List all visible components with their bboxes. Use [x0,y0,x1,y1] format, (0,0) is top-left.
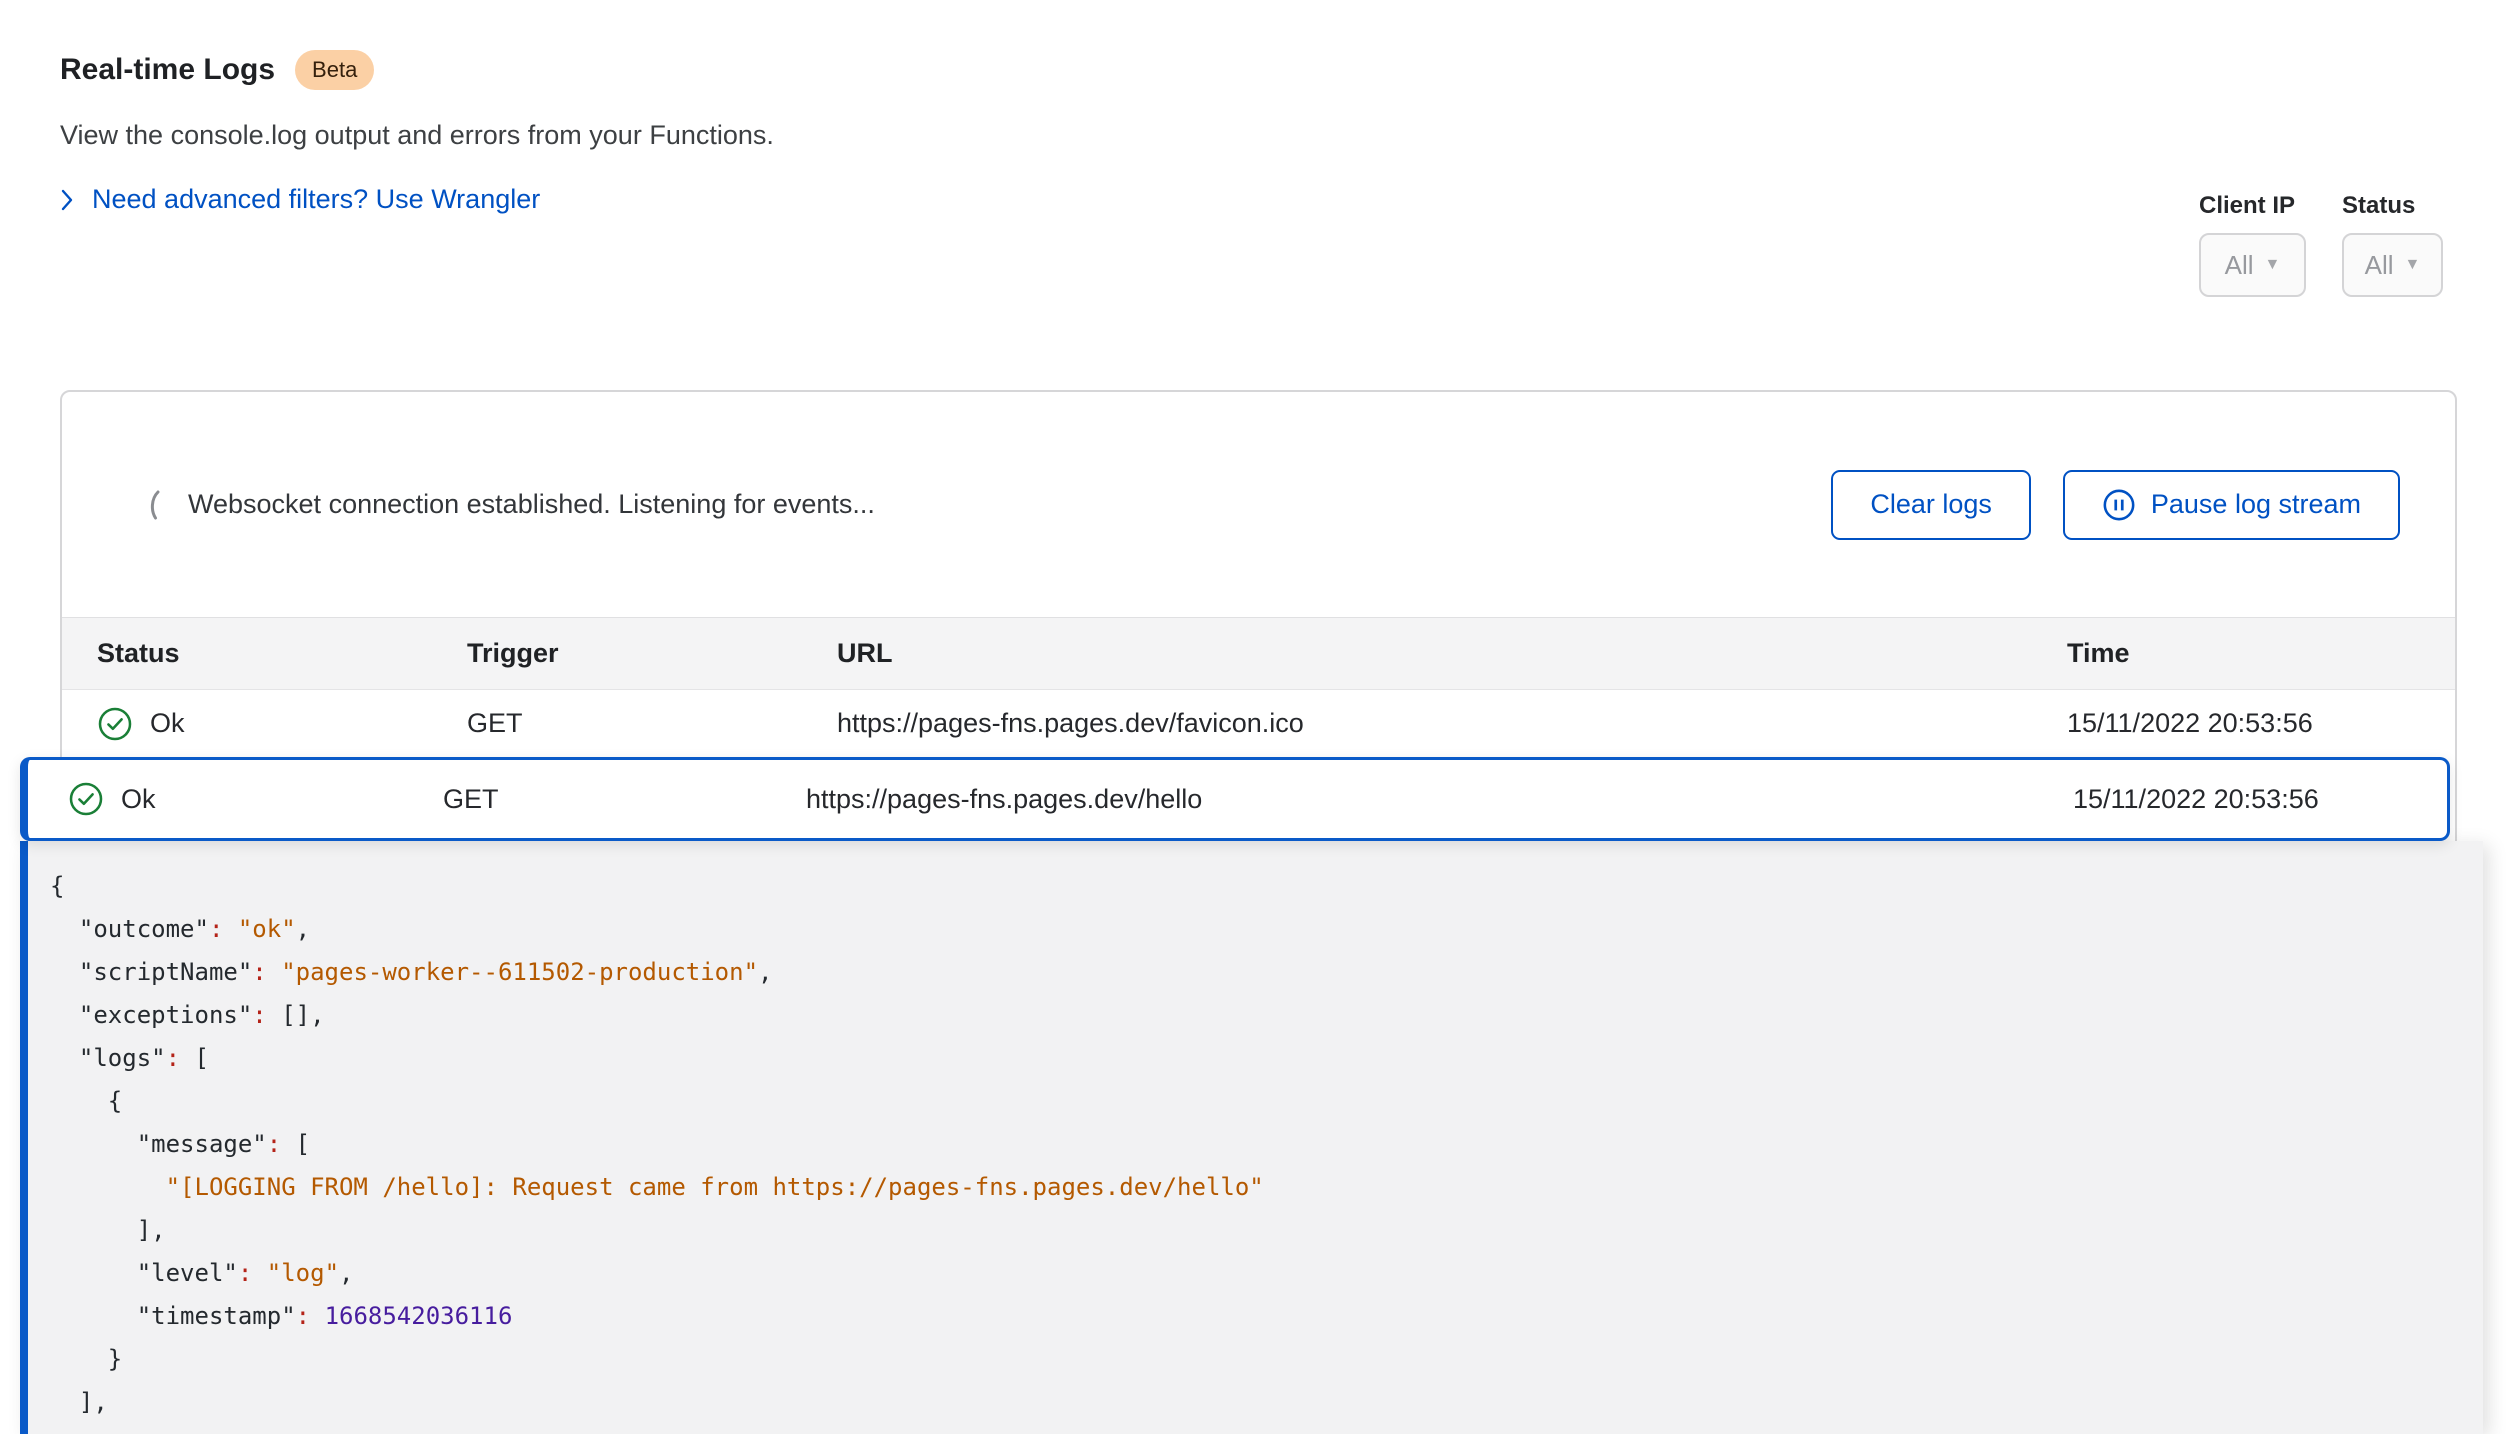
column-trigger: Trigger [467,638,837,669]
column-url: URL [837,638,2067,669]
filter-status: Status All ▼ [2342,192,2443,297]
wrangler-link-label: Need advanced filters? Use Wrangler [92,184,540,215]
filter-client-ip: Client IP All ▼ [2199,192,2306,297]
status-ok-icon [97,706,133,742]
pause-log-stream-button[interactable]: Pause log stream [2063,470,2400,540]
status-ok-icon [68,781,104,817]
filters: Client IP All ▼ Status All ▼ [2199,192,2443,297]
row-time: 15/11/2022 20:53:56 [2067,708,2420,739]
beta-badge: Beta [295,50,374,90]
table-header: Status Trigger URL Time [62,617,2455,690]
expanded-row[interactable]: Ok GET https://pages-fns.pages.dev/hello… [20,757,2450,841]
pause-icon [2102,488,2136,522]
status-label: Status [2342,192,2443,220]
expanded-log-entry: Ok GET https://pages-fns.pages.dev/hello… [20,757,2483,1434]
status-dropdown[interactable]: All ▼ [2342,233,2443,297]
row-url: https://pages-fns.pages.dev/favicon.ico [837,708,2067,739]
status-value: All [2365,250,2394,281]
wrangler-link[interactable]: Need advanced filters? Use Wrangler [60,184,774,215]
page-header: Real-time Logs Beta View the console.log… [60,50,774,215]
row-url: https://pages-fns.pages.dev/hello [806,784,2073,815]
page-title: Real-time Logs [60,53,275,87]
client-ip-value: All [2225,250,2254,281]
row-status: Ok [150,708,185,739]
row-trigger: GET [467,708,837,739]
code-lines: { "outcome": "ok", "scriptName": "pages-… [50,865,2443,1424]
row-status: Ok [121,784,156,815]
clear-logs-label: Clear logs [1870,489,1992,520]
client-ip-label: Client IP [2199,192,2306,220]
row-time: 15/11/2022 20:53:56 [2073,784,2407,815]
caret-down-icon: ▼ [2265,257,2281,273]
logs-toolbar: Websocket connection established. Listen… [62,392,2455,617]
websocket-status: Websocket connection established. Listen… [142,487,875,523]
caret-down-icon: ▼ [2405,257,2421,273]
chevron-right-icon [60,189,74,211]
log-detail-json: { "outcome": "ok", "scriptName": "pages-… [20,841,2483,1434]
page-subtitle: View the console.log output and errors f… [60,120,774,151]
spinner-icon [142,487,166,523]
client-ip-dropdown[interactable]: All ▼ [2199,233,2306,297]
column-time: Time [2067,638,2420,669]
websocket-status-text: Websocket connection established. Listen… [188,489,875,520]
row-trigger: GET [443,784,806,815]
clear-logs-button[interactable]: Clear logs [1831,470,2031,540]
column-status: Status [97,638,467,669]
pause-log-stream-label: Pause log stream [2151,489,2361,520]
table-row[interactable]: Ok GET https://pages-fns.pages.dev/favic… [62,690,2455,757]
